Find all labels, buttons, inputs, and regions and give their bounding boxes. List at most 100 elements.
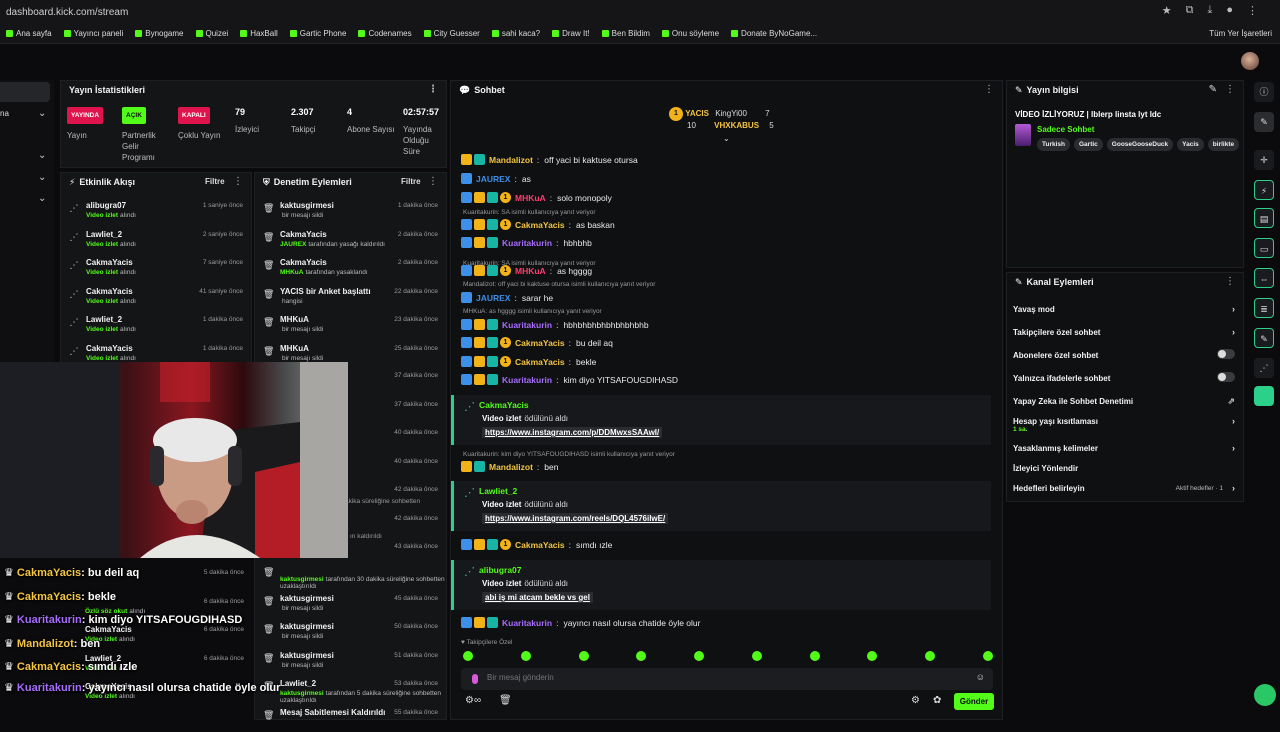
action-label[interactable]: Yasaklanmış kelimeler bbox=[1013, 444, 1098, 453]
extensions-icon[interactable]: ⧉ bbox=[1186, 4, 1194, 17]
category-name[interactable]: Sadece Sohbet bbox=[1037, 125, 1094, 134]
chevron-right-icon[interactable]: › bbox=[1232, 304, 1235, 314]
reward-link[interactable]: https://www.instagram.com/reels/DQL4576i… bbox=[482, 513, 669, 524]
share-icon[interactable]: ⋰ bbox=[1254, 358, 1274, 378]
wrench-icon[interactable]: ✎ bbox=[1254, 328, 1274, 348]
channel-action-item[interactable]: Hedefleri belirleyin Aktif hedefler · 1 › bbox=[1013, 483, 1235, 493]
bookmark-label[interactable]: Onu söyleme bbox=[672, 29, 719, 38]
bookmark-item[interactable]: Onu söyleme bbox=[661, 29, 719, 38]
profile-icon[interactable]: ● bbox=[1226, 4, 1233, 17]
reward-username[interactable]: CakmaYacis bbox=[479, 400, 529, 410]
emote-icon[interactable] bbox=[694, 651, 705, 661]
tag-chip[interactable]: Turkish bbox=[1037, 138, 1070, 151]
edit-icon[interactable]: ✎ bbox=[1254, 112, 1274, 132]
chevron-right-icon[interactable]: › bbox=[1232, 416, 1235, 426]
more-options-icon[interactable]: ⋮ bbox=[428, 176, 438, 187]
emote-icon[interactable] bbox=[520, 651, 531, 661]
bookmark-item[interactable]: Donate ByNoGame... bbox=[731, 29, 817, 38]
crosshair-icon[interactable]: ✛ bbox=[1254, 150, 1274, 170]
microphone-icon[interactable] bbox=[472, 674, 478, 684]
chevron-down-icon[interactable]: ⌄ bbox=[38, 193, 46, 204]
reward-username[interactable]: Lawliet_2 bbox=[479, 486, 517, 496]
link-icon[interactable]: ⇔ bbox=[1254, 268, 1274, 288]
chat-username[interactable]: JAUREX bbox=[476, 293, 510, 303]
chevron-down-icon[interactable]: ⌄ bbox=[38, 150, 46, 161]
chat-username[interactable]: Kuaritakurin bbox=[502, 238, 552, 248]
channel-action-item[interactable]: İzleyici Yönlendir bbox=[1013, 464, 1235, 473]
emote-icon[interactable] bbox=[636, 651, 647, 661]
address-bar[interactable]: dashboard.kick.com/stream ★ ⧉ ⤓ ● ⋮ bbox=[0, 0, 1280, 24]
reward-link[interactable]: abi iş mi atcam bekle vs gel bbox=[482, 592, 593, 603]
chat-username[interactable]: MHKuA bbox=[515, 266, 546, 276]
document-icon[interactable]: ▤ bbox=[1254, 208, 1274, 228]
action-label[interactable]: Takipçilere özel sohbet bbox=[1013, 328, 1100, 337]
bookmark-label[interactable]: Codenames bbox=[368, 29, 411, 38]
send-button[interactable]: Gönder bbox=[954, 693, 994, 710]
emote-icon[interactable] bbox=[809, 651, 820, 661]
edit-icon[interactable]: ✎ bbox=[1209, 84, 1217, 95]
action-label[interactable]: Abonelere özel sohbet bbox=[1013, 351, 1098, 360]
toggle-switch[interactable] bbox=[1217, 372, 1235, 382]
more-options-icon[interactable]: ⋮ bbox=[984, 84, 994, 95]
channel-action-item[interactable]: Abonelere özel sohbet bbox=[1013, 349, 1235, 360]
bookmark-item[interactable]: Ana sayfa bbox=[6, 29, 52, 38]
menu-icon[interactable]: ⋮ bbox=[1247, 4, 1258, 17]
download-icon[interactable]: ⤓ bbox=[1207, 4, 1212, 17]
more-options-icon[interactable]: ⋮ bbox=[1225, 84, 1235, 95]
filter-button[interactable]: Filtre bbox=[205, 177, 225, 186]
bookmark-item[interactable]: Quizei bbox=[195, 29, 228, 38]
action-label[interactable]: İzleyici Yönlendir bbox=[1013, 464, 1078, 473]
bookmark-label[interactable]: City Guesser bbox=[434, 29, 480, 38]
channel-action-item[interactable]: Takipçilere özel sohbet › bbox=[1013, 327, 1235, 337]
chat-username[interactable]: MHKuA bbox=[515, 193, 546, 203]
action-label[interactable]: Yapay Zeka ile Sohbet Denetimi bbox=[1013, 397, 1133, 406]
reward-link[interactable]: https://www.instagram.com/p/DDMwxsSAAwI/ bbox=[482, 427, 663, 438]
bookmark-label[interactable]: Yayıncı paneli bbox=[74, 29, 124, 38]
emote-icon[interactable] bbox=[463, 651, 473, 661]
list-icon[interactable]: ≣ bbox=[1254, 298, 1274, 318]
left-sidebar-selected[interactable] bbox=[0, 82, 50, 102]
emote-icon[interactable] bbox=[925, 651, 936, 661]
bookmark-item[interactable]: Codenames bbox=[358, 29, 412, 38]
bookmark-label[interactable]: Bynogame bbox=[145, 29, 183, 38]
action-label[interactable]: Hesap yaşı kısıtlaması bbox=[1013, 417, 1098, 426]
tag-chip[interactable]: Gartic bbox=[1074, 138, 1103, 151]
emote-icon[interactable] bbox=[867, 651, 878, 661]
action-label[interactable]: Yavaş mod bbox=[1013, 305, 1055, 314]
bookmark-item[interactable]: Draw It! bbox=[552, 29, 590, 38]
bookmark-label[interactable]: Ana sayfa bbox=[16, 29, 52, 38]
bookmark-item[interactable]: City Guesser bbox=[423, 29, 480, 38]
channel-action-item[interactable]: Yapay Zeka ile Sohbet Denetimi ⇗ bbox=[1013, 396, 1235, 406]
more-options-icon[interactable]: ⋮ bbox=[428, 84, 438, 95]
star-icon[interactable]: ★ bbox=[1162, 4, 1172, 17]
chevron-down-icon[interactable]: ⌄ bbox=[38, 108, 46, 119]
chat-username[interactable]: Mandalizot bbox=[489, 155, 533, 165]
chevron-right-icon[interactable]: › bbox=[1232, 443, 1235, 453]
filter-button[interactable]: Filtre bbox=[401, 177, 421, 186]
expand-leaderboard-icon[interactable]: ⌄ bbox=[723, 134, 730, 143]
tag-chip[interactable]: birlikte bbox=[1207, 138, 1240, 151]
bookmark-item[interactable]: sahi kaca? bbox=[491, 29, 540, 38]
bookmark-label[interactable]: sahi kaca? bbox=[502, 29, 540, 38]
action-label[interactable]: Hedefleri belirleyin bbox=[1013, 484, 1085, 493]
bookmark-item[interactable]: Ben Bildim bbox=[601, 29, 650, 38]
chat-username[interactable]: Kuaritakurin bbox=[502, 375, 552, 385]
bookmark-item[interactable]: Gartic Phone bbox=[289, 29, 346, 38]
chat-username[interactable]: CakmaYacis bbox=[515, 357, 565, 367]
emoji-icon[interactable]: ☺ bbox=[976, 672, 985, 682]
emote-icon[interactable] bbox=[982, 651, 993, 661]
bookmark-label[interactable]: Draw It! bbox=[562, 29, 590, 38]
bookmark-item[interactable]: Yayıncı paneli bbox=[63, 29, 124, 38]
left-sidebar-label[interactable]: na bbox=[0, 109, 9, 118]
tag-chip[interactable]: GooseGooseDuck bbox=[1106, 138, 1174, 151]
app-icon[interactable] bbox=[1254, 386, 1274, 406]
info-icon[interactable]: ⓘ bbox=[1254, 82, 1274, 102]
chat-username[interactable]: CakmaYacis bbox=[515, 338, 565, 348]
toggle-switch[interactable] bbox=[1217, 349, 1235, 359]
url-text[interactable]: dashboard.kick.com/stream bbox=[6, 7, 128, 18]
emote-icon[interactable] bbox=[578, 651, 589, 661]
more-options-icon[interactable]: ⋮ bbox=[233, 176, 243, 187]
bookmark-label[interactable]: Ben Bildim bbox=[612, 29, 650, 38]
chevron-right-icon[interactable]: › bbox=[1232, 327, 1235, 337]
channel-action-item[interactable]: Yalnızca ifadelerle sohbet bbox=[1013, 372, 1235, 383]
